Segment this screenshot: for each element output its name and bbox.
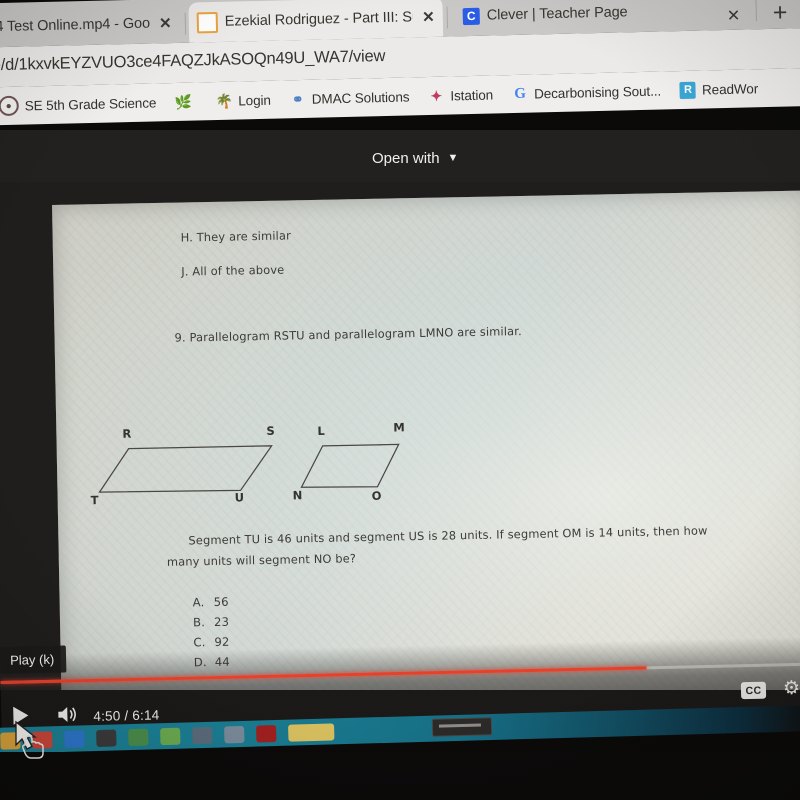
geometry-figures: R S T U L M N O (76, 420, 498, 520)
open-with-button[interactable]: Open with ▼ (372, 150, 458, 167)
bookmark-dmac-solutions[interactable]: ⚭ DMAC Solutions (290, 88, 410, 107)
answer-c-value[interactable]: 92 (214, 635, 229, 649)
time-display: 4:50 / 6:14 (93, 707, 160, 724)
new-tab-button[interactable]: + (772, 0, 787, 27)
vertex-label-N: N (292, 488, 303, 503)
tab-0[interactable]: pter 4 Test Online.mp4 - Goo ✕ (0, 3, 183, 48)
vertex-label-R: R (122, 426, 132, 441)
screen-photo: pter 4 Test Online.mp4 - Goo ✕ Ezekial R… (0, 0, 800, 800)
question-9-line-2: many units will segment NO be? (166, 551, 357, 569)
bookmark-login[interactable]: 🌴 Login (215, 92, 271, 109)
leaf-icon: 🌿 (174, 93, 193, 110)
shelf-item-files[interactable] (64, 729, 85, 748)
shelf-item-gmail[interactable] (96, 728, 117, 747)
play-tooltip: Play (k) (0, 645, 67, 674)
shelf-window-preview-bar (438, 723, 481, 728)
open-with-label: Open with (372, 150, 440, 167)
docs-icon (196, 11, 219, 33)
istation-icon: ✦ (430, 87, 443, 104)
tab-separator-0 (184, 12, 187, 35)
speaker-icon (58, 706, 76, 722)
answer-a-letter: A. (192, 595, 205, 610)
readworks-icon: R (679, 81, 697, 99)
shelf-item-drive[interactable] (128, 728, 149, 746)
vertex-label-M: M (393, 420, 405, 435)
closed-captions-button[interactable]: CC (740, 681, 767, 700)
progress-bar-track[interactable] (0, 662, 800, 684)
answer-a-value[interactable]: 56 (214, 595, 229, 609)
vertex-label-S: S (266, 423, 275, 438)
shelf-window-preview[interactable] (431, 717, 493, 737)
question-9-line-1: Segment TU is 46 units and segment US is… (188, 523, 708, 548)
vertex-label-O: O (371, 488, 382, 503)
answer-c-letter: C. (193, 635, 206, 650)
bookmark-se-5th-grade-science[interactable]: ● SE 5th Grade Science (0, 92, 157, 117)
bookmark-leaf[interactable]: 🌿 (174, 93, 197, 110)
tab-separator-2 (755, 0, 757, 22)
document-page: H. They are similar J. All of the above … (52, 190, 800, 690)
shelf-item-games[interactable] (192, 726, 213, 744)
parallelogram-RSTU-shape (98, 445, 273, 493)
parallelogram-LMNO-shape (300, 443, 400, 488)
shelf-item-photo[interactable] (288, 722, 335, 742)
bookmark-istation[interactable]: ✦ Istation (428, 86, 493, 104)
tab-1-close-icon[interactable]: ✕ (422, 8, 435, 25)
tab-0-close-icon[interactable]: ✕ (159, 15, 172, 32)
bookmark-decarbonising-south[interactable]: G Decarbonising Sout... (512, 83, 661, 103)
pdf-viewer: Open with ▼ H. They are similar J. All o… (0, 130, 800, 690)
tree-icon: 🌴 (215, 92, 234, 109)
shelf-item-docs[interactable] (224, 725, 245, 743)
bookmark-0-label: SE 5th Grade Science (24, 94, 157, 114)
answer-b-value[interactable]: 23 (214, 615, 229, 629)
viewer-toolbar: Open with ▼ (0, 130, 800, 182)
bezel-bottom (0, 752, 800, 800)
bookmark-readworks[interactable]: R ReadWor (679, 80, 759, 99)
progress-bar-played (0, 666, 647, 684)
tab-0-title: pter 4 Test Online.mp4 - Goo (0, 15, 151, 36)
answer-b-letter: B. (192, 615, 206, 630)
tab-2-close-icon[interactable]: ✕ (727, 6, 741, 26)
se-science-icon: ● (0, 95, 19, 117)
choice-j: J. All of the above (181, 262, 285, 279)
browser-chrome: pter 4 Test Online.mp4 - Goo ✕ Ezekial R… (0, 0, 800, 140)
vertex-label-U: U (234, 490, 245, 505)
mouse-cursor (14, 720, 48, 765)
shelf-item-flex[interactable] (256, 724, 277, 743)
tab-1-title: Ezekial Rodriguez - Part III: Succ (224, 9, 414, 30)
tab-1[interactable]: Ezekial Rodriguez - Part III: Succ ✕ (188, 0, 444, 43)
settings-gear-icon[interactable]: ⚙ (783, 678, 800, 699)
vertex-label-T: T (90, 493, 99, 508)
bookmark-4-label: Istation (450, 86, 494, 103)
tab-separator-1 (446, 6, 449, 29)
clever-icon: C (462, 7, 480, 25)
volume-icon[interactable] (57, 705, 79, 727)
choice-h: H. They are similar (180, 228, 291, 245)
tab-2-title: Clever | Teacher Page (486, 4, 628, 24)
dmac-icon: ⚭ (291, 90, 304, 107)
address-bar-url[interactable]: e/d/1kxvkEYZVUO3ce4FAQZJkASOQn49U_WA7/vi… (0, 47, 385, 75)
bookmark-6-label: ReadWor (701, 80, 759, 98)
bookmark-5-label: Decarbonising Sout... (533, 83, 662, 102)
vertex-label-L: L (317, 423, 325, 438)
google-icon: G (514, 85, 527, 102)
parallelograms-svg (98, 443, 400, 493)
chevron-down-icon: ▼ (447, 152, 459, 164)
question-9-stem: 9. Parallelogram RSTU and parallelogram … (174, 324, 522, 345)
bookmark-3-label: DMAC Solutions (311, 88, 410, 107)
shelf-item-calculator[interactable] (160, 727, 181, 745)
bookmark-2-label: Login (238, 92, 271, 108)
